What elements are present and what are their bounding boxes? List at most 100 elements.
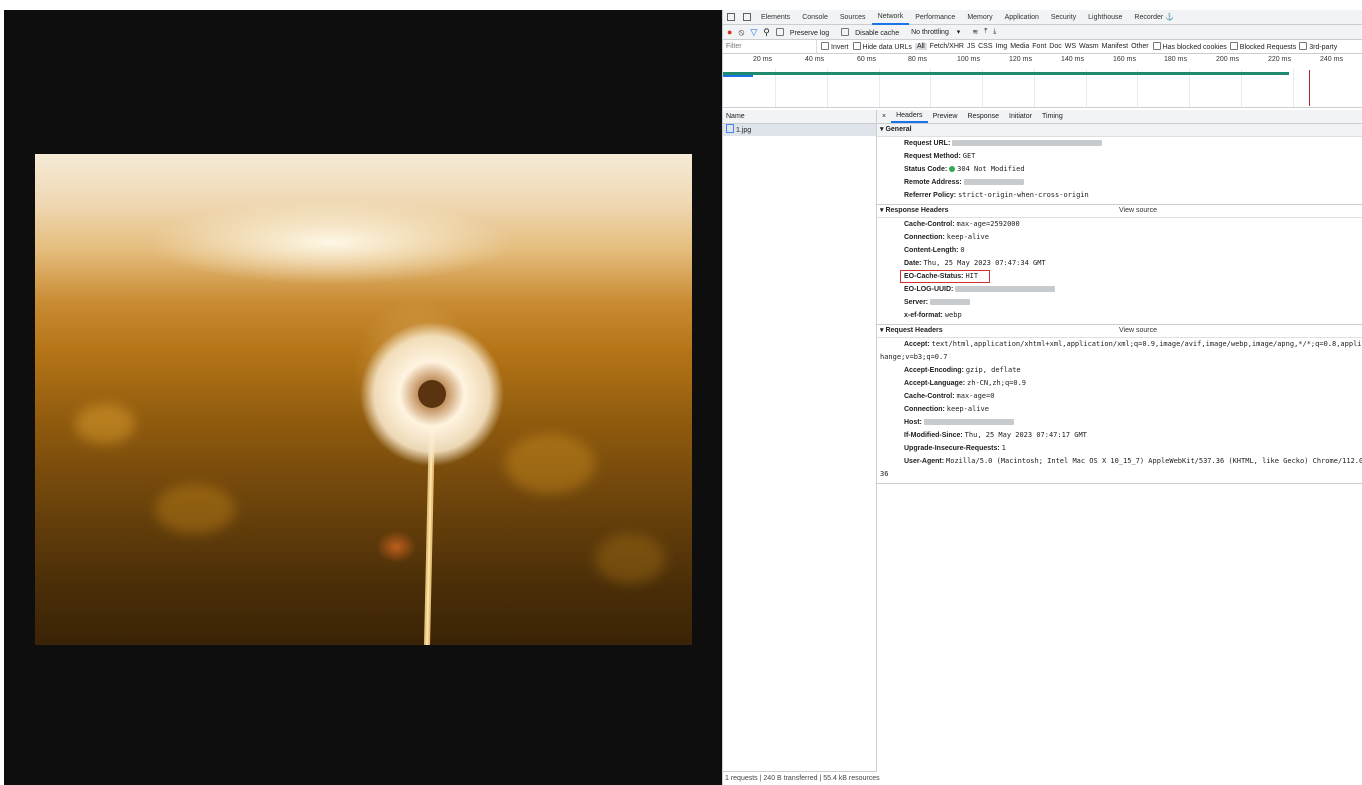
tab-lighthouse[interactable]: Lighthouse [1082, 10, 1128, 25]
header-row: Remote Address: [877, 176, 1362, 189]
timeline-tick: 200 ms [1216, 56, 1239, 63]
network-conditions-icon[interactable]: ≋ [972, 28, 978, 36]
tab-preview[interactable]: Preview [928, 110, 963, 123]
filter-icon[interactable]: ▽ [750, 27, 757, 38]
tab-initiator[interactable]: Initiator [1004, 110, 1037, 123]
timeline-tick: 160 ms [1113, 56, 1136, 63]
record-icon[interactable]: ● [727, 27, 732, 37]
request-headers-header[interactable]: ▾ Request Headers View source [877, 325, 1362, 338]
response-headers-header[interactable]: ▾ Response Headers View source [877, 205, 1362, 218]
tab-headers[interactable]: Headers [891, 110, 928, 123]
header-key: Server: [904, 299, 929, 306]
tab-timing[interactable]: Timing [1037, 110, 1068, 123]
header-row: Date: Thu, 25 May 2023 07:47:34 GMT [877, 257, 1362, 270]
header-row: Connection: keep-alive [877, 403, 1362, 416]
header-key: Status Code: [904, 166, 948, 173]
header-value: text/html,application/xhtml+xml,applicat… [931, 340, 1362, 348]
filter-type-media[interactable]: Media [1010, 43, 1029, 50]
filter-type-all[interactable]: All [914, 43, 927, 50]
preserve-log-checkbox[interactable]: Preserve log [775, 27, 835, 37]
network-overview-timeline[interactable]: 20 ms 40 ms 60 ms 80 ms 100 ms 120 ms 14… [723, 54, 1362, 108]
header-value: Thu, 25 May 2023 07:47:34 GMT [923, 259, 1046, 267]
response-headers-section: ▾ Response Headers View source Cache-Cont… [877, 205, 1362, 325]
redacted-value [963, 179, 1024, 185]
tab-response[interactable]: Response [962, 110, 1004, 123]
header-row: Status Code: 304 Not Modified [877, 163, 1362, 176]
header-value: strict-origin-when-cross-origin [958, 191, 1089, 199]
general-header[interactable]: ▾ General [877, 124, 1362, 137]
header-key: Accept-Language: [904, 380, 966, 387]
has-blocked-cookies-checkbox[interactable]: Has blocked cookies [1152, 42, 1227, 51]
header-key: Connection: [904, 234, 945, 241]
request-row[interactable]: 1.jpg [723, 124, 876, 136]
filter-type-fetch-xhr[interactable]: Fetch/XHR [930, 43, 964, 50]
header-value: Mozilla/5.0 (Macintosh; Intel Mac OS X 1… [946, 457, 1362, 465]
header-value: keep-alive [946, 405, 989, 413]
filter-type-css[interactable]: CSS [978, 43, 992, 50]
tab-elements[interactable]: Elements [755, 10, 796, 25]
header-key: Referrer Policy: [904, 192, 957, 199]
header-value-continuation: hange;v=b3;q=0.7 [880, 353, 948, 361]
filter-type-ws[interactable]: WS [1065, 43, 1076, 50]
third-party-label: 3rd-party [1309, 44, 1338, 51]
header-value: max-age=2592000 [956, 220, 1020, 228]
section-title: Response Headers [885, 207, 949, 214]
header-key: Accept-Encoding: [904, 367, 964, 374]
view-source-link[interactable]: View source [1119, 325, 1157, 337]
search-icon[interactable]: ⚲ [763, 27, 770, 38]
filter-type-other[interactable]: Other [1131, 43, 1149, 50]
load-event-line [1309, 70, 1310, 106]
throttling-select[interactable]: No throttling ▾ [911, 28, 966, 36]
filter-type-doc[interactable]: Doc [1049, 43, 1061, 50]
status-footer: 1 requests | 240 B transferred | 55.4 kB… [723, 771, 880, 785]
request-headers-section: ▾ Request Headers View source Accept: tex… [877, 325, 1362, 484]
disable-cache-checkbox[interactable]: Disable cache [841, 27, 905, 37]
device-toolbar-icon[interactable] [743, 13, 751, 21]
tab-network[interactable]: Network [871, 10, 910, 25]
header-key: Connection: [904, 406, 945, 413]
filter-type-font[interactable]: Font [1032, 43, 1046, 50]
invert-checkbox[interactable]: Invert [821, 42, 849, 51]
close-icon[interactable]: × [877, 110, 891, 123]
header-row: Server: [877, 296, 1362, 309]
filter-type-wasm[interactable]: Wasm [1079, 43, 1099, 50]
tab-sources[interactable]: Sources [834, 10, 872, 25]
header-row: Accept-Encoding: gzip, deflate [877, 364, 1362, 377]
header-row: EO-LOG-UUID: [877, 283, 1362, 296]
tab-security[interactable]: Security [1045, 10, 1082, 25]
hide-data-urls-checkbox[interactable]: Hide data URLs [852, 42, 912, 51]
tab-memory[interactable]: Memory [961, 10, 998, 25]
transferred-size: 240 B transferred [763, 775, 818, 782]
request-details: × Headers Preview Response Initiator Tim… [877, 110, 1362, 785]
header-value: max-age=0 [956, 392, 995, 400]
inspect-element-icon[interactable] [727, 13, 735, 21]
tab-performance[interactable]: Performance [909, 10, 961, 25]
blocked-requests-checkbox[interactable]: Blocked Requests [1229, 42, 1296, 51]
name-column-header[interactable]: Name [723, 110, 876, 124]
filter-type-img[interactable]: Img [996, 43, 1008, 50]
throttling-value: No throttling [911, 29, 949, 36]
tab-console[interactable]: Console [796, 10, 834, 25]
page-viewport [4, 10, 722, 785]
has-blocked-cookies-label: Has blocked cookies [1162, 44, 1227, 51]
tab-recorder[interactable]: Recorder ⚓ [1128, 10, 1179, 25]
filter-input[interactable]: Filter [723, 40, 817, 53]
tab-application[interactable]: Application [999, 10, 1045, 25]
timeline-tick: 40 ms [805, 56, 825, 63]
header-value: 0 [960, 246, 965, 254]
clear-icon[interactable]: ⦸ [738, 27, 744, 38]
filter-type-manifest[interactable]: Manifest [1102, 43, 1128, 50]
timeline-tick: 220 ms [1268, 56, 1291, 63]
header-row: x-ef-format: webp [877, 309, 1362, 322]
view-source-link[interactable]: View source [1119, 205, 1157, 217]
third-party-checkbox[interactable]: 3rd-party [1299, 42, 1337, 51]
request-list: Name 1.jpg 1 requests | 240 B transferre… [723, 110, 880, 785]
checkbox-icon [1152, 42, 1161, 50]
preserve-log-label: Preserve log [789, 29, 830, 37]
checkbox-icon [1229, 42, 1238, 50]
header-row: If-Modified-Since: Thu, 25 May 2023 07:4… [877, 429, 1362, 442]
export-har-icon[interactable]: ⤓ [993, 28, 996, 36]
import-har-icon[interactable]: ⤒ [984, 28, 987, 36]
filter-type-js[interactable]: JS [967, 43, 975, 50]
header-row: Host: [877, 416, 1362, 429]
